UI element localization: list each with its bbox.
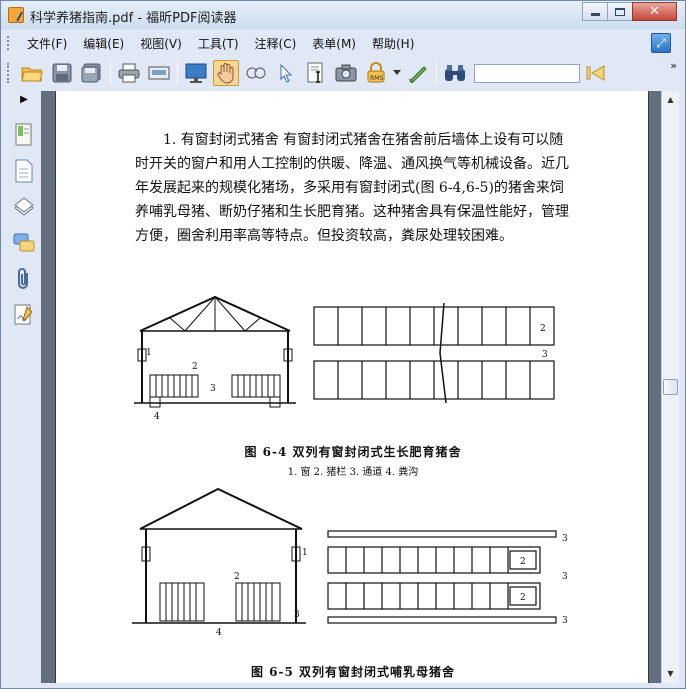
scroll-up-icon[interactable]: ▲ [662, 91, 679, 108]
bookmarks-icon[interactable] [10, 117, 38, 153]
toolbar-separator [177, 62, 178, 84]
title-bar: 科学养猪指南.pdf - 福昕PDF阅读器 ✕ [1, 1, 685, 29]
open-folder-icon[interactable] [19, 60, 45, 86]
fig2-plan-label-3b: 3 [562, 572, 568, 582]
fig1-label-4: 4 [154, 412, 160, 421]
menu-form[interactable]: 表单(M) [304, 35, 364, 52]
maximize-button[interactable] [607, 2, 633, 21]
window-controls: ✕ [582, 2, 677, 21]
binoculars-icon[interactable] [442, 60, 468, 86]
panel-toggle-icon[interactable]: ▶ [11, 91, 37, 109]
menubar-grip[interactable] [7, 36, 11, 50]
figure-6-4-plan: 2 3 [313, 303, 555, 404]
figure-6-5-section: 1 2 3 4 [132, 487, 308, 637]
scrollbar-thumb[interactable] [663, 379, 678, 395]
paragraph-text: 1. 有窗封闭式猪舍 有窗封闭式猪舍在猪舍前后墙体上设有可以随时开关的窗户和用人… [135, 132, 569, 244]
loupe-icon[interactable] [243, 60, 269, 86]
fig2-plan-label-2b: 2 [520, 593, 526, 603]
fig1-plan-label-3: 3 [542, 350, 548, 360]
minimize-button[interactable] [582, 2, 608, 21]
find-next-icon[interactable] [582, 60, 608, 86]
figure-6-5-plan: 2 2 3 3 3 [327, 530, 568, 626]
toolbar-overflow-icon[interactable]: » [670, 59, 677, 72]
select-arrow-icon[interactable] [273, 60, 299, 86]
fig2-label-4: 4 [216, 628, 222, 637]
fig2-plan-label-2a: 2 [520, 557, 526, 567]
rms-lock-icon[interactable]: RMS [363, 60, 389, 86]
document-viewport[interactable]: 1. 有窗封闭式猪舍 有窗封闭式猪舍在猪舍前后墙体上设有可以随时开关的窗户和用人… [41, 91, 661, 683]
fig2-label-1: 1 [302, 548, 308, 558]
sign-icon[interactable] [405, 60, 431, 86]
fig2-plan-label-3c: 3 [562, 616, 568, 626]
menu-bar: 文件(F) 编辑(E) 视图(V) 工具(T) 注释(C) 表单(M) 帮助(H… [7, 31, 679, 55]
menu-view[interactable]: 视图(V) [132, 35, 190, 52]
menu-file[interactable]: 文件(F) [19, 35, 75, 52]
close-button[interactable]: ✕ [632, 2, 677, 21]
menu-tools[interactable]: 工具(T) [190, 35, 247, 52]
menu-help[interactable]: 帮助(H) [364, 35, 422, 52]
fig2-label-3: 3 [294, 610, 300, 620]
vertical-scrollbar[interactable]: ▲ ▼ [661, 91, 679, 683]
save-icon[interactable] [49, 60, 75, 86]
fig2-plan-label-3a: 3 [562, 534, 568, 544]
pdf-page: 1. 有窗封闭式猪舍 有窗封闭式猪舍在猪舍前后墙体上设有可以随时开关的窗户和用人… [55, 91, 649, 683]
fig1-label-3: 3 [210, 384, 216, 394]
toolbar-grip[interactable] [7, 63, 11, 83]
hand-tool-icon[interactable] [213, 60, 239, 86]
figure-6-5-caption: 图 6-5 双列有窗封闭式哺乳母猪舍 [250, 665, 456, 679]
select-text-icon[interactable] [303, 60, 329, 86]
main-toolbar: RMS » [7, 57, 679, 89]
figure-6-4-section: 1 2 3 4 [134, 295, 296, 421]
search-input[interactable] [474, 63, 580, 83]
fig1-label-1: 1 [146, 348, 152, 358]
app-window: 科学养猪指南.pdf - 福昕PDF阅读器 ✕ 文件(F) 编辑(E) 视图(V… [0, 0, 686, 689]
figure-6-4-caption: 图 6-4 双列有窗封闭式生长肥育猪舍 [244, 445, 462, 459]
toolbar-separator [436, 62, 437, 84]
fig1-label-2: 2 [192, 362, 198, 372]
comments-icon[interactable] [10, 225, 38, 261]
toolbar-separator [110, 62, 111, 84]
presentation-icon[interactable] [183, 60, 209, 86]
layers-icon[interactable] [10, 189, 38, 225]
expand-window-icon[interactable]: ⤢ [651, 33, 671, 53]
save-as-icon[interactable] [79, 60, 105, 86]
menu-comment[interactable]: 注释(C) [247, 35, 305, 52]
window-title: 科学养猪指南.pdf - 福昕PDF阅读器 [30, 11, 237, 26]
figure-6-4-legend: 1. 窗 2. 猪栏 3. 通道 4. 粪沟 [287, 467, 419, 478]
attachments-icon[interactable] [10, 261, 38, 297]
fig1-plan-label-2: 2 [540, 324, 546, 334]
menu-edit[interactable]: 编辑(E) [75, 35, 132, 52]
app-logo-icon [8, 7, 24, 23]
print-icon[interactable] [116, 60, 142, 86]
svg-text:RMS: RMS [370, 75, 383, 82]
body-paragraph: 1. 有窗封闭式猪舍 有窗封闭式猪舍在猪舍前后墙体上设有可以随时开关的窗户和用人… [135, 128, 575, 248]
fig2-label-2: 2 [234, 572, 240, 582]
signatures-icon[interactable] [10, 297, 38, 333]
navigation-panel: ▶ [7, 91, 41, 683]
pages-thumbnail-icon[interactable] [10, 153, 38, 189]
snapshot-icon[interactable] [333, 60, 359, 86]
scan-icon[interactable] [146, 60, 172, 86]
scroll-down-icon[interactable]: ▼ [662, 665, 679, 682]
dropdown-arrow-icon[interactable] [393, 60, 401, 86]
